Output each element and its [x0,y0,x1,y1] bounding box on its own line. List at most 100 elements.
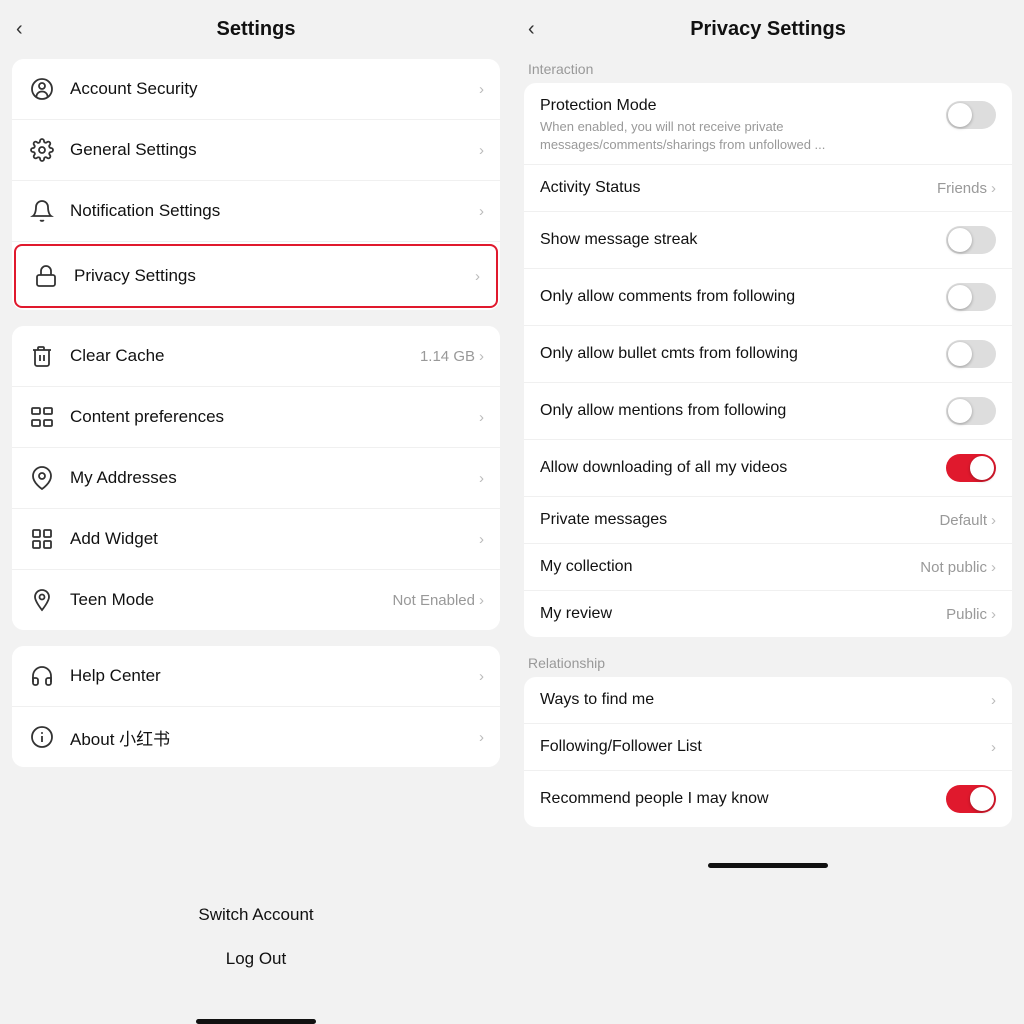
notification-settings-item[interactable]: Notification Settings › [12,181,500,242]
interaction-group: Protection Mode When enabled, you will n… [524,83,1012,637]
teen-mode-label: Teen Mode [70,590,392,610]
teen-icon [28,586,56,614]
privacy-settings-label: Privacy Settings [74,266,475,286]
toggle-thumb [948,399,972,423]
my-addresses-label: My Addresses [70,468,479,488]
location-icon [28,464,56,492]
my-review-label: My review [540,605,946,623]
chevron-icon: › [479,409,484,426]
show-message-streak-toggle[interactable] [946,226,996,254]
toggle-thumb [948,228,972,252]
right-header: ‹ Privacy Settings [512,0,1024,51]
recommend-people-item[interactable]: Recommend people I may know [524,771,1012,827]
add-widget-label: Add Widget [70,529,479,549]
chevron-icon: › [479,470,484,487]
my-collection-item[interactable]: My collection Not public › [524,544,1012,591]
content-preferences-item[interactable]: Content preferences › [12,387,500,448]
toggle-thumb [948,285,972,309]
relationship-group: Ways to find me › Following/Follower Lis… [524,677,1012,827]
about-item[interactable]: About 小红书 › [12,707,500,767]
chevron-icon: › [991,559,996,576]
private-messages-label: Private messages [540,511,939,529]
chevron-icon: › [479,348,484,365]
chevron-icon: › [479,729,484,746]
following-follower-item[interactable]: Following/Follower List › [524,724,1012,771]
only-allow-bullet-item[interactable]: Only allow bullet cmts from following [524,326,1012,383]
privacy-settings-item[interactable]: Privacy Settings › [14,244,498,308]
notification-settings-label: Notification Settings [70,201,479,221]
switch-account-button[interactable]: Switch Account [0,893,512,937]
account-security-item[interactable]: Account Security › [12,59,500,120]
activity-status-value: Friends [937,180,987,197]
info-icon [28,723,56,751]
toggle-thumb [948,342,972,366]
toggle-thumb [970,456,994,480]
person-circle-icon [28,75,56,103]
right-back-button[interactable]: ‹ [528,18,535,41]
teen-mode-item[interactable]: Teen Mode Not Enabled › [12,570,500,630]
clear-cache-label: Clear Cache [70,346,420,366]
widget-icon [28,525,56,553]
allow-downloading-item[interactable]: Allow downloading of all my videos [524,440,1012,497]
clear-cache-item[interactable]: Clear Cache 1.14 GB › [12,326,500,387]
main-settings-group: Account Security › General Settings › No… [12,59,500,310]
about-label: About 小红书 [70,725,479,750]
trash-icon [28,342,56,370]
toggle-thumb [948,103,972,127]
bottom-actions: Switch Account Log Out [0,873,512,1011]
teen-mode-value: Not Enabled [392,592,475,609]
activity-status-item[interactable]: Activity Status Friends › [524,165,1012,212]
my-collection-label: My collection [540,558,920,576]
help-center-label: Help Center [70,666,479,686]
chevron-icon: › [991,606,996,623]
nav-bar-indicator [196,1019,316,1024]
private-messages-item[interactable]: Private messages Default › [524,497,1012,544]
general-settings-item[interactable]: General Settings › [12,120,500,181]
content-pref-icon [28,403,56,431]
allow-downloading-toggle[interactable] [946,454,996,482]
headset-icon [28,662,56,690]
recommend-people-label: Recommend people I may know [540,790,946,808]
left-back-button[interactable]: ‹ [16,18,23,41]
bell-icon [28,197,56,225]
chevron-icon: › [479,668,484,685]
protection-mode-label: Protection Mode [540,97,946,115]
clear-cache-value: 1.14 GB [420,348,475,365]
allow-downloading-label: Allow downloading of all my videos [540,459,946,477]
recommend-people-toggle[interactable] [946,785,996,813]
only-allow-mentions-toggle[interactable] [946,397,996,425]
show-message-streak-label: Show message streak [540,231,946,249]
left-header: ‹ Settings [0,0,512,51]
help-center-item[interactable]: Help Center › [12,646,500,707]
my-review-item[interactable]: My review Public › [524,591,1012,637]
only-allow-mentions-label: Only allow mentions from following [540,402,946,420]
toggle-thumb [970,787,994,811]
following-follower-label: Following/Follower List [540,738,991,756]
show-message-streak-item[interactable]: Show message streak [524,212,1012,269]
protection-mode-sub: When enabled, you will not receive priva… [540,118,946,154]
protection-mode-toggle[interactable] [946,101,996,129]
chevron-icon: › [479,81,484,98]
only-allow-mentions-item[interactable]: Only allow mentions from following [524,383,1012,440]
gear-icon [28,136,56,164]
chevron-icon: › [479,592,484,609]
chevron-icon: › [479,203,484,220]
support-settings-group: Help Center › About 小红书 › [12,646,500,767]
protection-mode-item[interactable]: Protection Mode When enabled, you will n… [524,83,1012,165]
account-security-label: Account Security [70,79,479,99]
only-allow-comments-item[interactable]: Only allow comments from following [524,269,1012,326]
chevron-icon: › [991,512,996,529]
only-allow-comments-label: Only allow comments from following [540,288,946,306]
ways-to-find-item[interactable]: Ways to find me › [524,677,1012,724]
content-preferences-label: Content preferences [70,407,479,427]
add-widget-item[interactable]: Add Widget › [12,509,500,570]
log-out-button[interactable]: Log Out [0,937,512,981]
my-review-value: Public [946,606,987,623]
only-allow-bullet-toggle[interactable] [946,340,996,368]
my-addresses-item[interactable]: My Addresses › [12,448,500,509]
chevron-icon: › [475,268,480,285]
left-title: Settings [217,18,296,41]
only-allow-comments-toggle[interactable] [946,283,996,311]
chevron-icon: › [991,692,996,709]
activity-status-label: Activity Status [540,179,937,197]
